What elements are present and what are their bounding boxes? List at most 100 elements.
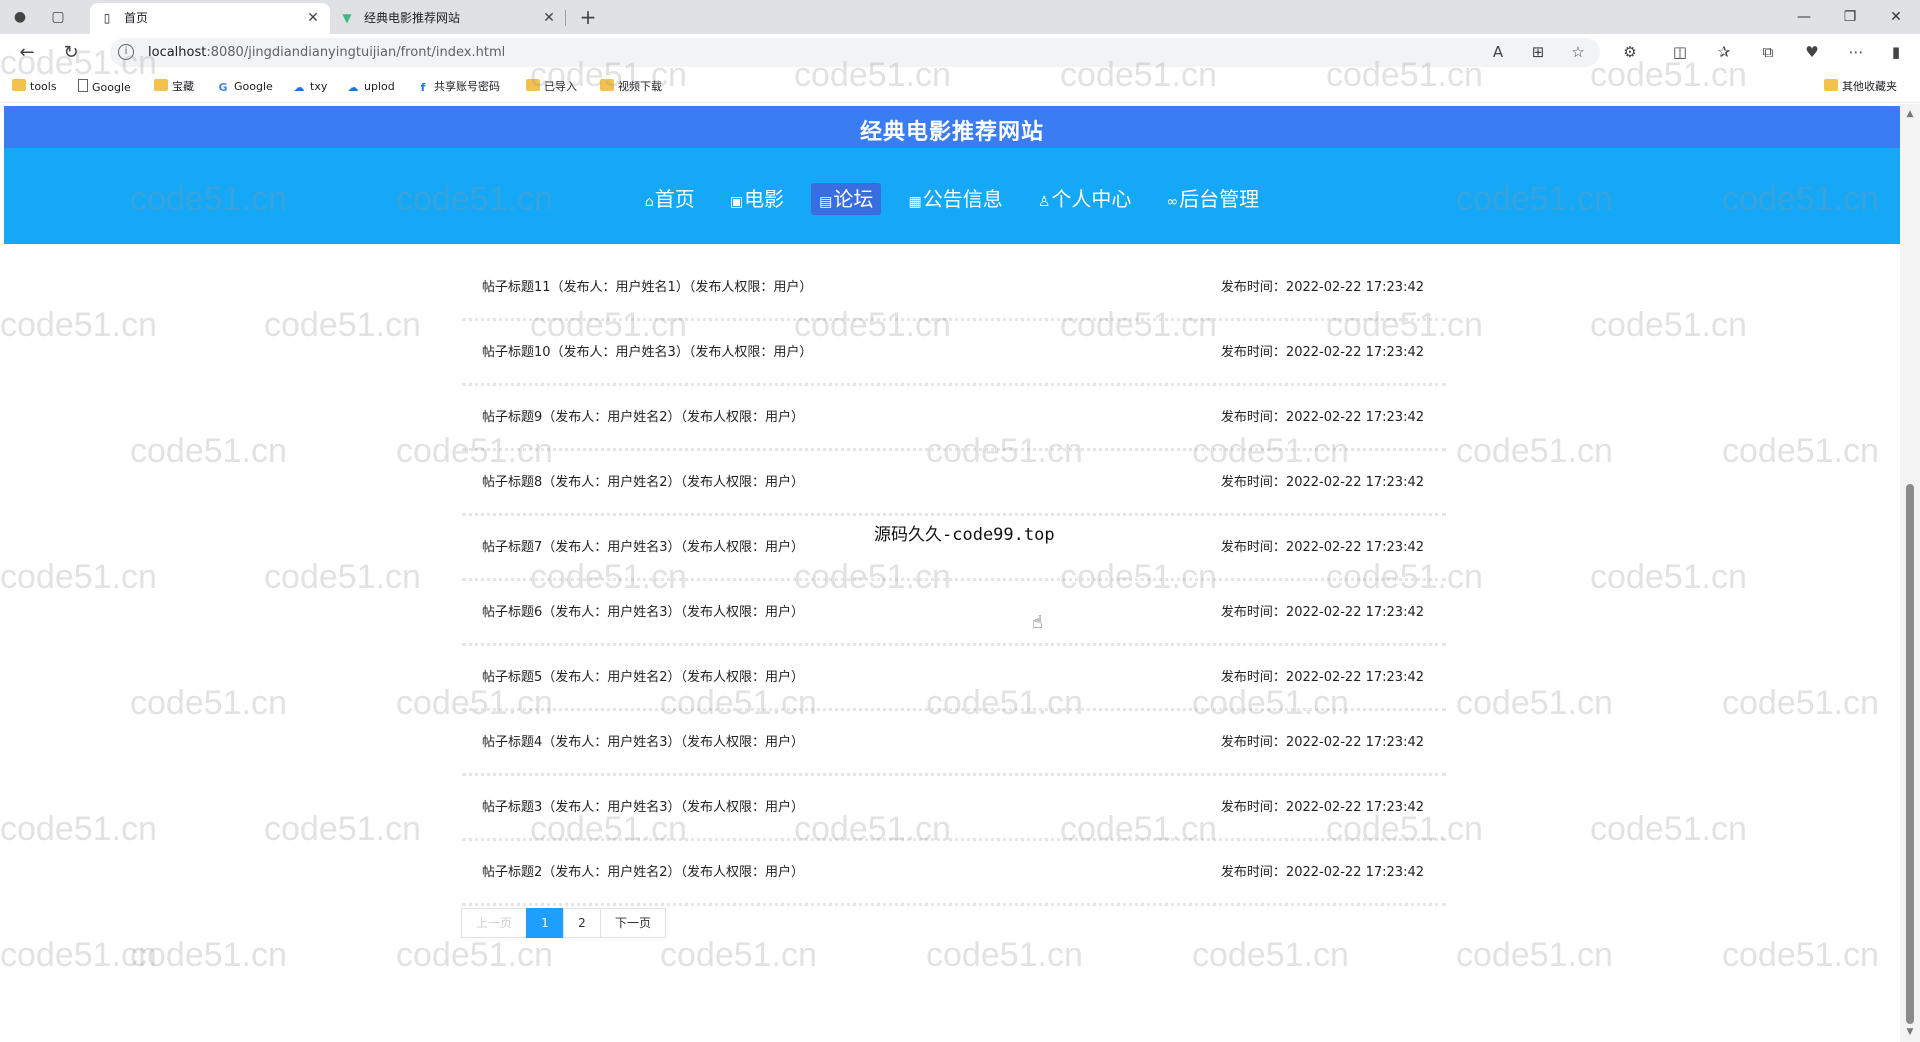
bookmark-label: txy bbox=[310, 80, 328, 93]
site-header: 经典电影推荐网站 bbox=[4, 106, 1900, 148]
list-item[interactable]: 帖子标题5（发布人：用户姓名2）（发布人权限：用户） 发布时间：2022-02-… bbox=[462, 646, 1446, 711]
list-item[interactable]: 帖子标题9（发布人：用户姓名2）（发布人权限：用户） 发布时间：2022-02-… bbox=[462, 386, 1446, 451]
post-title[interactable]: 帖子标题11（发布人：用户姓名1）（发布人权限：用户） bbox=[482, 276, 812, 295]
more-menu-icon[interactable]: ⋯ bbox=[1844, 41, 1868, 63]
next-page-button[interactable]: 下一页 bbox=[600, 908, 666, 938]
bookmark-other[interactable]: 其他收藏夹 bbox=[1824, 79, 1897, 95]
cloud-icon: ☁ bbox=[347, 81, 359, 94]
tab-title: 首页 bbox=[124, 11, 149, 25]
nav-item-notices[interactable]: ▦公告信息 bbox=[900, 183, 1010, 215]
bookmark-tools[interactable]: tools bbox=[12, 79, 57, 95]
bookmark-video-download[interactable]: 视频下载 bbox=[600, 79, 662, 95]
bookmark-shared-accounts[interactable]: f 共享账号密码 bbox=[416, 79, 500, 95]
browser-tab-site[interactable]: ▼ 经典电影推荐网站 ✕ bbox=[330, 3, 566, 34]
post-title[interactable]: 帖子标题3（发布人：用户姓名3）（发布人权限：用户） bbox=[482, 796, 804, 815]
post-time: 发布时间：2022-02-22 17:23:42 bbox=[1220, 605, 1424, 620]
tab-actions-icon[interactable]: ▢ bbox=[48, 7, 68, 27]
home-icon: ⌂ bbox=[644, 194, 654, 210]
nav-item-profile[interactable]: ♙个人中心 bbox=[1030, 183, 1140, 215]
web-page: 经典电影推荐网站 ⌂首页 ▣电影 ▤论坛 ▦公告信息 ♙个人中心 ∞后台管理 帖… bbox=[0, 104, 1920, 1042]
browser-essentials-icon[interactable]: ♥ bbox=[1800, 41, 1824, 63]
post-title[interactable]: 帖子标题8（发布人：用户姓名2）（发布人权限：用户） bbox=[482, 471, 804, 490]
reload-button[interactable]: ↻ bbox=[60, 42, 82, 64]
url-text[interactable]: localhost:8080/jingdiandianyingtuijian/f… bbox=[148, 45, 505, 60]
post-title[interactable]: 帖子标题2（发布人：用户姓名2）（发布人权限：用户） bbox=[482, 861, 804, 880]
bookmark-imported[interactable]: 已导入 bbox=[526, 79, 577, 95]
sidebar-icon[interactable]: ▮ bbox=[1884, 41, 1908, 63]
bookmark-label: 宝藏 bbox=[172, 80, 194, 93]
list-item[interactable]: 帖子标题8（发布人：用户姓名2）（发布人权限：用户） 发布时间：2022-02-… bbox=[462, 451, 1446, 516]
browser-tab-bar: ● ▢ ▯ 首页 ✕ ▼ 经典电影推荐网站 ✕ + — ❐ ✕ bbox=[0, 0, 1920, 34]
link-icon: ∞ bbox=[1166, 194, 1179, 210]
list-item[interactable]: 帖子标题6（发布人：用户姓名3）（发布人权限：用户） 发布时间：2022-02-… bbox=[462, 581, 1446, 646]
page-scrollbar[interactable]: ▲ ▼ bbox=[1900, 104, 1920, 1042]
bookmark-google-2[interactable]: G Google bbox=[216, 79, 273, 95]
extensions-icon[interactable]: ⚙ bbox=[1618, 41, 1642, 63]
bookmark-label: Google bbox=[234, 80, 273, 93]
nav-item-admin[interactable]: ∞后台管理 bbox=[1158, 183, 1267, 215]
user-icon: ♙ bbox=[1037, 194, 1051, 210]
favorites-icon[interactable]: ✰ bbox=[1712, 41, 1736, 63]
bookmark-label: 其他收藏夹 bbox=[1842, 80, 1897, 93]
close-icon[interactable]: ✕ bbox=[304, 9, 322, 27]
post-time: 发布时间：2022-02-22 17:23:42 bbox=[1220, 800, 1424, 815]
post-title[interactable]: 帖子标题5（发布人：用户姓名2）（发布人权限：用户） bbox=[482, 666, 804, 685]
post-title[interactable]: 帖子标题10（发布人：用户姓名3）（发布人权限：用户） bbox=[482, 341, 812, 360]
profile-icon[interactable]: ● bbox=[10, 7, 30, 27]
restore-button[interactable]: ❐ bbox=[1830, 4, 1870, 30]
bookmark-treasure[interactable]: 宝藏 bbox=[154, 79, 194, 95]
post-title[interactable]: 帖子标题4（发布人：用户姓名3）（发布人权限：用户） bbox=[482, 731, 804, 750]
scrollbar-thumb[interactable] bbox=[1906, 484, 1914, 1024]
post-time: 发布时间：2022-02-22 17:23:42 bbox=[1220, 280, 1424, 295]
prev-page-button[interactable]: 上一页 bbox=[461, 908, 527, 938]
bookmarks-bar: tools Google 宝藏 G Google ☁ txy ☁ uplod f 共享账… bbox=[0, 71, 1920, 103]
favorite-star-icon[interactable]: ☆ bbox=[1566, 41, 1590, 63]
bookmark-label: Google bbox=[92, 81, 131, 94]
page-button-2[interactable]: 2 bbox=[563, 908, 601, 938]
collections-icon[interactable]: ⧉ bbox=[1756, 41, 1780, 63]
read-aloud-icon[interactable]: A bbox=[1486, 41, 1510, 63]
list-item[interactable]: 帖子标题4（发布人：用户姓名3）（发布人权限：用户） 发布时间：2022-02-… bbox=[462, 711, 1446, 776]
nav-label: 后台管理 bbox=[1179, 187, 1260, 211]
browser-tab-home[interactable]: ▯ 首页 ✕ bbox=[90, 3, 330, 34]
scroll-up-icon[interactable]: ▲ bbox=[1904, 108, 1916, 120]
split-screen-icon[interactable]: ◫ bbox=[1668, 41, 1692, 63]
url-host: localhost bbox=[148, 45, 207, 60]
back-button[interactable]: ← bbox=[16, 42, 38, 64]
forum-post-list: 帖子标题11（发布人：用户姓名1）（发布人权限：用户） 发布时间：2022-02… bbox=[462, 256, 1446, 906]
bookmark-txy[interactable]: ☁ txy bbox=[292, 79, 328, 95]
new-tab-button[interactable]: + bbox=[576, 6, 600, 30]
site-title: 经典电影推荐网站 bbox=[859, 120, 1044, 145]
overlay-caption: 源码久久-code99.top bbox=[874, 525, 1055, 545]
list-item[interactable]: 帖子标题10（发布人：用户姓名3）（发布人权限：用户） 发布时间：2022-02… bbox=[462, 321, 1446, 386]
bookmark-label: uplod bbox=[364, 80, 395, 93]
bookmark-uplod[interactable]: ☁ uplod bbox=[346, 79, 395, 95]
list-item[interactable]: 帖子标题3（发布人：用户姓名3）（发布人权限：用户） 发布时间：2022-02-… bbox=[462, 776, 1446, 841]
nav-item-home[interactable]: ⌂首页 bbox=[637, 183, 703, 215]
list-item[interactable]: 帖子标题2（发布人：用户姓名2）（发布人权限：用户） 发布时间：2022-02-… bbox=[462, 841, 1446, 906]
info-icon[interactable]: i bbox=[118, 44, 134, 60]
nav-label: 论坛 bbox=[833, 187, 874, 211]
pagination: 上一页 1 2 下一页 bbox=[461, 908, 666, 938]
folder-icon bbox=[526, 79, 540, 91]
tab-title: 经典电影推荐网站 bbox=[364, 11, 461, 25]
post-title[interactable]: 帖子标题6（发布人：用户姓名3）（发布人权限：用户） bbox=[482, 601, 804, 620]
close-window-button[interactable]: ✕ bbox=[1876, 4, 1916, 30]
folder-icon bbox=[1824, 79, 1838, 91]
address-bar[interactable]: i localhost:8080/jingdiandianyingtuijian… bbox=[110, 38, 1600, 67]
scroll-down-icon[interactable]: ▼ bbox=[1904, 1026, 1916, 1038]
post-title[interactable]: 帖子标题7（发布人：用户姓名3）（发布人权限：用户） bbox=[482, 536, 804, 555]
post-title[interactable]: 帖子标题9（发布人：用户姓名2）（发布人权限：用户） bbox=[482, 406, 804, 425]
close-icon[interactable]: ✕ bbox=[540, 9, 558, 27]
minimize-button[interactable]: — bbox=[1784, 4, 1824, 30]
post-time: 发布时间：2022-02-22 17:23:42 bbox=[1220, 735, 1424, 750]
nav-item-movies[interactable]: ▣电影 bbox=[722, 183, 792, 215]
page-button-1[interactable]: 1 bbox=[526, 908, 564, 938]
nav-item-forum[interactable]: ▤论坛 bbox=[811, 183, 882, 215]
list-item[interactable]: 帖子标题11（发布人：用户姓名1）（发布人权限：用户） 发布时间：2022-02… bbox=[462, 256, 1446, 321]
nav-label: 公告信息 bbox=[922, 187, 1003, 211]
app-available-icon[interactable]: ⊞ bbox=[1526, 41, 1550, 63]
cloud-icon: ☁ bbox=[293, 81, 305, 94]
bookmark-google[interactable]: Google bbox=[78, 79, 131, 95]
nav-list: ⌂首页 ▣电影 ▤论坛 ▦公告信息 ♙个人中心 ∞后台管理 bbox=[4, 183, 1900, 215]
